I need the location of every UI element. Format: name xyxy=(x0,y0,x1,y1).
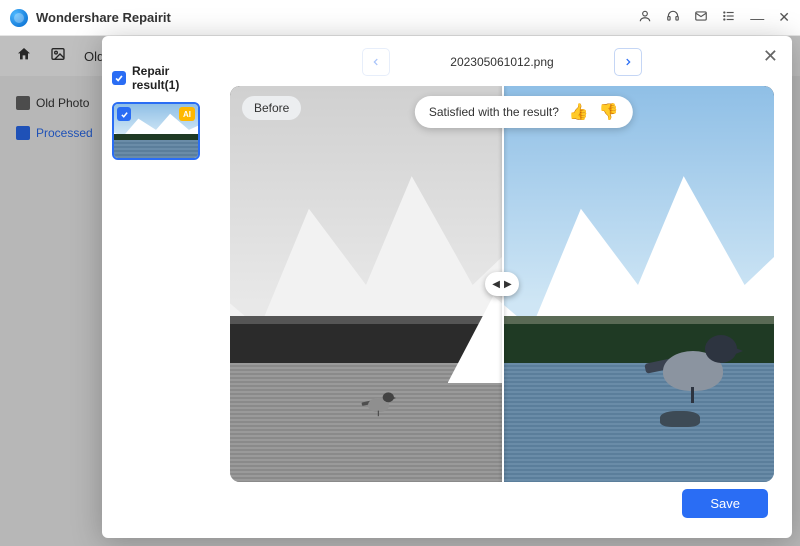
compare-slider-handle[interactable]: ◀▶ xyxy=(485,272,519,296)
before-half xyxy=(230,86,502,482)
after-half xyxy=(502,86,774,482)
thumbs-down-icon[interactable]: 👎 xyxy=(599,102,619,122)
bird-illustration xyxy=(643,321,753,411)
modal-thumb-panel: Repair result(1) AI xyxy=(102,36,230,538)
feedback-pill: Satisfied with the result? 👍 👎 xyxy=(415,96,633,128)
modal-footer: Save xyxy=(230,482,774,524)
repair-result-header: Repair result(1) xyxy=(112,64,220,92)
thumb-checkbox-icon[interactable] xyxy=(117,107,131,121)
file-nav-row: 202305061012.png xyxy=(230,46,774,78)
ai-badge: AI xyxy=(179,107,195,121)
current-filename: 202305061012.png xyxy=(450,55,553,69)
app-title: Wondershare Repairit xyxy=(36,10,171,25)
mail-icon[interactable] xyxy=(694,9,708,26)
next-file-button[interactable] xyxy=(614,48,642,76)
titlebar: Wondershare Repairit — ✕ xyxy=(0,0,800,36)
prev-file-button[interactable] xyxy=(362,48,390,76)
window-actions: — ✕ xyxy=(638,9,790,26)
headset-icon[interactable] xyxy=(666,9,680,26)
bird-illustration-bw xyxy=(361,387,400,419)
feedback-prompt: Satisfied with the result? xyxy=(429,105,559,119)
list-icon[interactable] xyxy=(722,9,736,26)
result-thumbnail[interactable]: AI xyxy=(112,102,200,160)
before-label-pill: Before xyxy=(242,96,301,120)
user-icon[interactable] xyxy=(638,9,652,26)
minimize-icon[interactable]: — xyxy=(750,10,764,26)
close-window-icon[interactable]: ✕ xyxy=(778,9,790,26)
checkbox-icon[interactable] xyxy=(112,71,126,85)
repair-result-label: Repair result(1) xyxy=(132,64,220,92)
before-after-preview[interactable]: ◀▶ Before Satisfied with the result? 👍 👎 xyxy=(230,86,774,482)
thumbs-up-icon[interactable]: 👍 xyxy=(569,102,589,122)
rock-illustration xyxy=(660,411,700,427)
app-logo-icon xyxy=(10,9,28,27)
save-button[interactable]: Save xyxy=(682,489,768,518)
preview-modal: ✕ Repair result(1) AI 202305061012.png xyxy=(102,36,792,538)
modal-content: 202305061012.png xyxy=(230,36,792,538)
